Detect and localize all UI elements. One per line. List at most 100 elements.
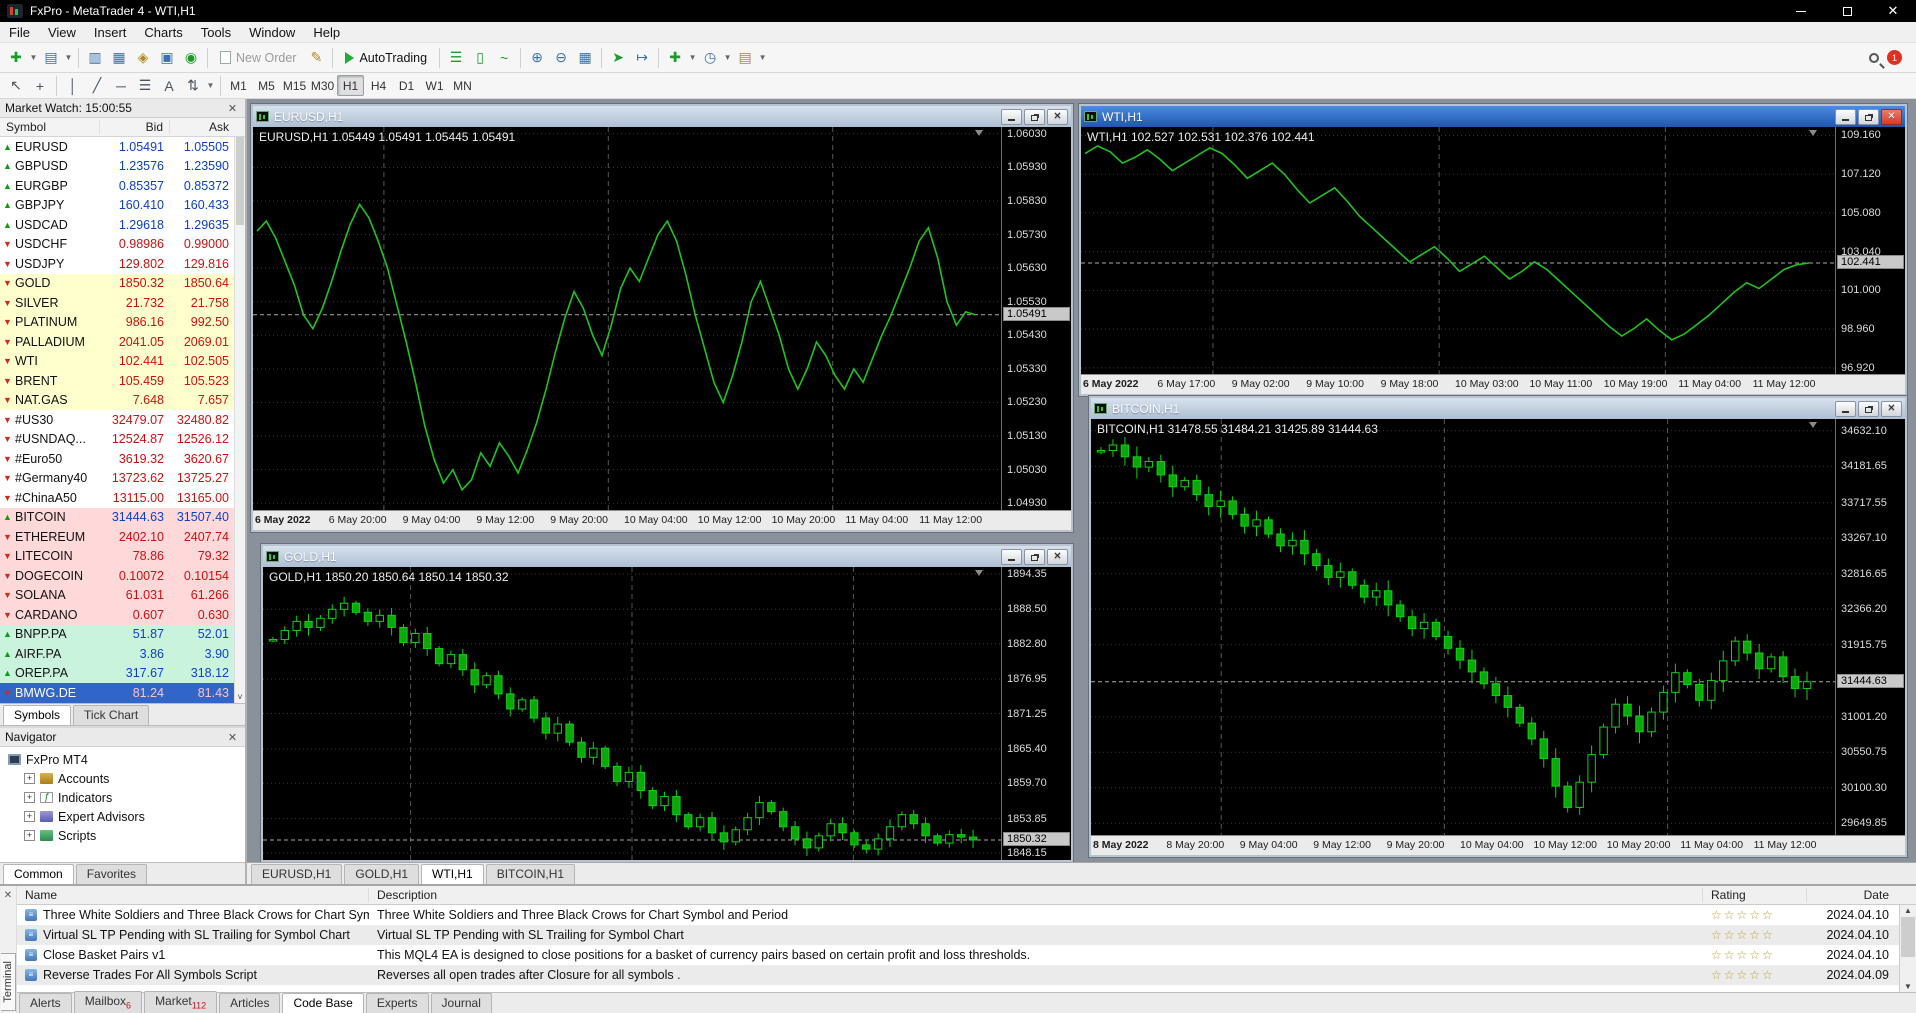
market-watch-row[interactable]: ▼PALLADIUM2041.052069.01 xyxy=(0,332,234,352)
price-scale[interactable]: 109.160107.120105.080103.040101.00098.96… xyxy=(1835,127,1905,374)
chart-restore-button[interactable] xyxy=(1858,109,1879,125)
timeframe-d1-button[interactable]: D1 xyxy=(393,75,420,96)
terminal-tab-mailbox[interactable]: Mailbox6 xyxy=(74,991,142,1013)
market-watch-row[interactable]: ▼#US3032479.0732480.82 xyxy=(0,410,234,430)
chart-minimize-button[interactable] xyxy=(1001,109,1022,125)
chart-close-button[interactable]: ✕ xyxy=(1881,109,1902,125)
price-scale[interactable]: 34632.1034181.6533717.5533267.1032816.65… xyxy=(1835,419,1905,835)
codebase-row[interactable]: ≡Virtual SL TP Pending with SL Trailing … xyxy=(17,925,1899,945)
chart-tab-wti-h1[interactable]: WTI,H1 xyxy=(421,864,484,884)
zoom-out-button[interactable]: ⊖ xyxy=(549,46,573,70)
timeframe-mn-button[interactable]: MN xyxy=(449,75,476,96)
column-header-ask[interactable]: Ask xyxy=(170,120,245,134)
chart-window-gold-titlebar[interactable]: GOLD,H1 ✕ xyxy=(263,546,1071,567)
eurusd-chart-area[interactable]: EURUSD,H1 1.05449 1.05491 1.05445 1.0549… xyxy=(253,127,1071,530)
market-watch-row[interactable]: ▲BNPP.PA51.8752.01 xyxy=(0,625,234,645)
horizontal-line-tool-button[interactable]: ─ xyxy=(109,74,133,98)
expand-icon[interactable]: + xyxy=(24,792,35,803)
minimize-button[interactable] xyxy=(1778,0,1824,22)
templates-button[interactable]: ▤ xyxy=(733,46,757,70)
market-watch-row[interactable]: ▲GBPUSD1.235761.23590 xyxy=(0,157,234,177)
expand-icon[interactable]: + xyxy=(24,830,35,841)
chart-window-eurusd-titlebar[interactable]: EURUSD,H1 ✕ xyxy=(253,106,1071,127)
cursor-tool-button[interactable]: ↖ xyxy=(4,74,28,98)
data-window-toggle[interactable]: ▦ xyxy=(107,46,131,70)
market-watch-row[interactable]: ▼BMWG.DE81.2481.43 xyxy=(0,683,234,703)
market-watch-row[interactable]: ▲BITCOIN31444.6331507.40 xyxy=(0,508,234,528)
zoom-in-button[interactable]: ⊕ xyxy=(525,46,549,70)
maximize-button[interactable] xyxy=(1824,0,1870,22)
line-chart-mode-button[interactable]: ~ xyxy=(492,46,516,70)
market-watch-row[interactable]: ▲EURGBP0.853570.85372 xyxy=(0,176,234,196)
fibonacci-tool-button[interactable]: ☰ xyxy=(133,74,157,98)
codebase-row[interactable]: ≡Three White Soldiers and Three Black Cr… xyxy=(17,905,1899,925)
trendline-tool-button[interactable]: ╱ xyxy=(85,74,109,98)
terminal-tab-articles[interactable]: Articles xyxy=(219,993,280,1013)
strategy-tester-toggle[interactable]: ◉ xyxy=(179,46,203,70)
market-watch-close-icon[interactable]: ✕ xyxy=(225,102,240,115)
column-header-name[interactable]: Name xyxy=(17,888,369,902)
market-watch-row[interactable]: ▲AIRF.PA3.863.90 xyxy=(0,644,234,664)
chart-restore-button[interactable] xyxy=(1858,401,1879,417)
terminal-tab-alerts[interactable]: Alerts xyxy=(19,993,72,1013)
chart-restore-button[interactable] xyxy=(1024,549,1045,565)
chart-window-bitcoin-titlebar[interactable]: BITCOIN,H1 ✕ xyxy=(1091,398,1905,419)
market-watch-row[interactable]: ▲OREP.PA317.67318.12 xyxy=(0,664,234,684)
chart-restore-button[interactable] xyxy=(1024,109,1045,125)
chart-close-button[interactable]: ✕ xyxy=(1047,549,1068,565)
market-watch-row[interactable]: ▼CARDANO0.6070.630 xyxy=(0,605,234,625)
market-watch-row[interactable]: ▼#Germany4013723.6213725.27 xyxy=(0,469,234,489)
chart-tab-bitcoin-h1[interactable]: BITCOIN,H1 xyxy=(486,864,575,884)
timeframe-m30-button[interactable]: M30 xyxy=(309,75,336,96)
tab-symbols[interactable]: Symbols xyxy=(3,705,71,725)
tree-item-expert-advisors[interactable]: +Expert Advisors xyxy=(0,807,245,826)
market-watch-row[interactable]: ▼SOLANA61.03161.266 xyxy=(0,586,234,606)
column-header-bid[interactable]: Bid xyxy=(100,120,170,134)
scroll-up-icon[interactable]: ▲ xyxy=(1900,906,1916,915)
tab-tick-chart[interactable]: Tick Chart xyxy=(73,705,149,725)
menu-file[interactable]: File xyxy=(0,23,39,42)
profiles-button[interactable]: ▤ xyxy=(39,46,63,70)
tree-root-item[interactable]: FxPro MT4 xyxy=(0,750,245,769)
notifications-badge[interactable]: 1 xyxy=(1887,50,1902,65)
time-scale[interactable]: 6 May 20226 May 17:009 May 02:009 May 10… xyxy=(1081,374,1905,394)
market-watch-row[interactable]: ▼ETHEREUM2402.102407.74 xyxy=(0,527,234,547)
terminal-toggle[interactable]: ▣ xyxy=(155,46,179,70)
scroll-down-icon[interactable]: ˅ xyxy=(235,692,245,702)
menu-help[interactable]: Help xyxy=(304,23,349,42)
chart-tab-eurusd-h1[interactable]: EURUSD,H1 xyxy=(251,864,342,884)
market-watch-row[interactable]: ▼BRENT105.459105.523 xyxy=(0,371,234,391)
column-header-symbol[interactable]: Symbol xyxy=(0,120,100,134)
market-watch-row[interactable]: ▼#USNDAQ...12524.8712526.12 xyxy=(0,430,234,450)
time-scale[interactable]: 6 May 20226 May 20:009 May 04:009 May 12… xyxy=(253,510,1071,530)
candlestick-mode-button[interactable]: ▯ xyxy=(468,46,492,70)
market-watch-toggle[interactable]: ▥ xyxy=(83,46,107,70)
market-watch-titlebar[interactable]: Market Watch: 15:00:55 ✕ xyxy=(0,99,245,118)
autotrading-button[interactable]: AutoTrading xyxy=(337,46,435,70)
market-watch-row[interactable]: ▼#ChinaA5013115.0013165.00 xyxy=(0,488,234,508)
codebase-row[interactable]: ≡Close Basket Pairs v1This MQL4 EA is de… xyxy=(17,945,1899,965)
terminal-tab-experts[interactable]: Experts xyxy=(366,993,429,1013)
templates-dropdown[interactable]: ▼ xyxy=(757,46,768,70)
terminal-tab-code-base[interactable]: Code Base xyxy=(282,993,363,1013)
column-header-description[interactable]: Description xyxy=(369,888,1703,902)
market-watch-row[interactable]: ▼WTI102.441102.505 xyxy=(0,352,234,372)
tree-item-accounts[interactable]: +Accounts xyxy=(0,769,245,788)
menu-window[interactable]: Window xyxy=(240,23,304,42)
market-watch-row[interactable]: ▼LITECOIN78.8679.32 xyxy=(0,547,234,567)
chart-window-wti-titlebar[interactable]: WTI,H1 ✕ xyxy=(1081,106,1905,127)
text-tool-button[interactable]: A xyxy=(157,74,181,98)
titlebar[interactable]: FxPro - MetaTrader 4 - WTI,H1 ✕ xyxy=(0,0,1916,22)
tree-item-scripts[interactable]: +Scripts xyxy=(0,826,245,845)
expand-icon[interactable]: + xyxy=(24,811,35,822)
scrollbar-thumb[interactable] xyxy=(236,137,244,225)
expand-icon[interactable]: + xyxy=(24,773,35,784)
chart-close-button[interactable]: ✕ xyxy=(1047,109,1068,125)
tile-windows-button[interactable]: ▦ xyxy=(573,46,597,70)
periods-button[interactable]: ◷ xyxy=(698,46,722,70)
market-watch-row[interactable]: ▲USDCAD1.296181.29635 xyxy=(0,215,234,235)
market-watch-row[interactable]: ▼PLATINUM986.16992.50 xyxy=(0,313,234,333)
timeframe-m1-button[interactable]: M1 xyxy=(225,75,252,96)
terminal-scrollbar[interactable]: ▲ ▼ xyxy=(1899,905,1916,992)
periods-dropdown[interactable]: ▼ xyxy=(722,46,733,70)
